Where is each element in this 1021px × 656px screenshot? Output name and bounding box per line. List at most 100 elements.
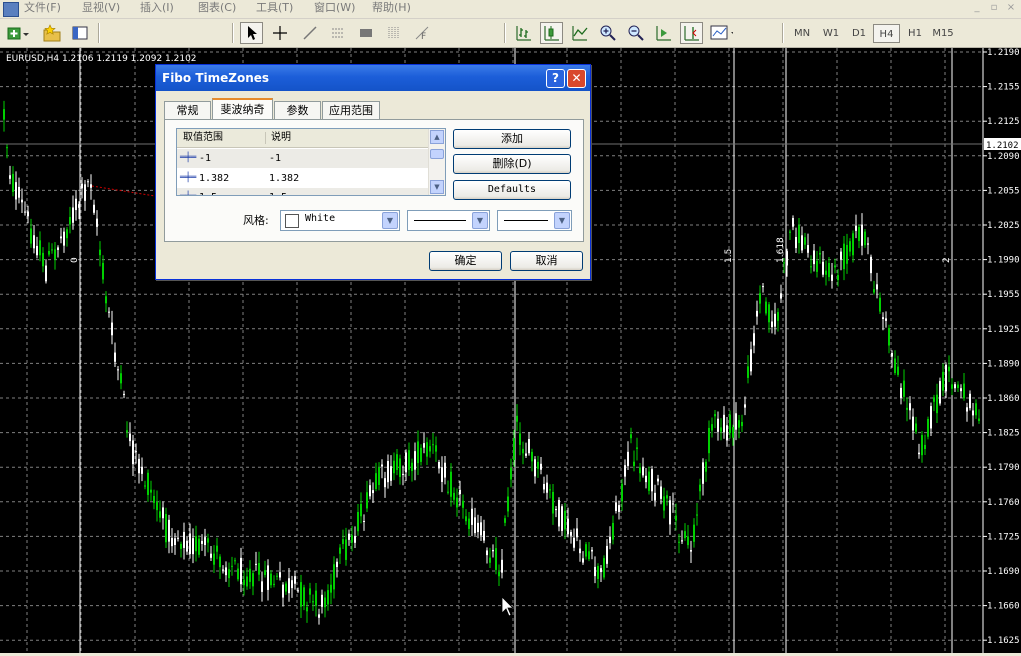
chevron-down-icon[interactable]: ▼ bbox=[382, 212, 398, 229]
candle-body bbox=[687, 536, 689, 546]
candle-body bbox=[777, 312, 779, 321]
bar-chart-button[interactable] bbox=[512, 22, 535, 44]
list-scrollbar[interactable]: ▲ ▼ bbox=[428, 129, 445, 195]
candle-body bbox=[123, 393, 125, 395]
color-select[interactable]: White ▼ bbox=[280, 210, 400, 231]
candle-body bbox=[243, 579, 245, 586]
tab-visualization[interactable]: 应用范围 bbox=[322, 101, 380, 119]
scroll-up-icon[interactable]: ▲ bbox=[430, 130, 444, 144]
candle-body bbox=[900, 387, 902, 399]
timeframe-w1[interactable]: W1 bbox=[817, 24, 845, 43]
candle-body bbox=[480, 522, 482, 536]
menu-help[interactable]: 帮助(H) bbox=[372, 1, 411, 15]
candle-body bbox=[666, 495, 668, 499]
candle-body bbox=[759, 293, 761, 304]
line-width-select[interactable]: ▼ bbox=[497, 210, 572, 231]
candle-body bbox=[588, 551, 590, 560]
candle-body bbox=[297, 590, 299, 592]
rectangle-tool-button[interactable] bbox=[354, 22, 377, 44]
scroll-thumb[interactable] bbox=[430, 149, 444, 159]
levels-list[interactable]: 取值范围 说明 ═╪═ -1 -1 ═╪═ 1.382 1.382 ═╪═ 1.… bbox=[176, 128, 446, 196]
menu-view[interactable]: 显视(V) bbox=[82, 1, 120, 15]
help-icon[interactable]: ? bbox=[546, 69, 565, 88]
candle-body bbox=[213, 553, 215, 565]
profiles-button[interactable] bbox=[40, 22, 63, 44]
timeframe-h1[interactable]: H1 bbox=[901, 24, 929, 43]
scroll-down-icon[interactable]: ▼ bbox=[430, 180, 444, 194]
candle-body bbox=[153, 495, 155, 503]
delete-button[interactable]: 删除(D) bbox=[453, 154, 571, 174]
cancel-button[interactable]: 取消 bbox=[510, 251, 583, 271]
candle-body bbox=[174, 538, 176, 546]
candle-body bbox=[621, 483, 623, 502]
candle-body bbox=[444, 462, 446, 478]
line-style-select[interactable]: ▼ bbox=[407, 210, 490, 231]
candle-body bbox=[87, 181, 89, 183]
tab-general[interactable]: 常规 bbox=[164, 101, 211, 119]
cursor-tool-button[interactable] bbox=[240, 22, 263, 44]
candle-body bbox=[339, 547, 341, 554]
close-window-icon[interactable]: × bbox=[1004, 2, 1018, 14]
channel-tool-button[interactable] bbox=[382, 22, 405, 44]
candle-body bbox=[195, 536, 197, 552]
hline-tool-button[interactable] bbox=[326, 22, 349, 44]
chart-shift-button[interactable] bbox=[680, 22, 703, 44]
timeframe-h4[interactable]: H4 bbox=[873, 24, 900, 43]
candle-body bbox=[798, 225, 800, 244]
candle-body bbox=[21, 199, 23, 203]
timeframe-m15[interactable]: M15 bbox=[929, 24, 957, 43]
price-label: 1.1955 bbox=[987, 290, 1020, 300]
candle-body bbox=[378, 467, 380, 485]
trendline-tool-button[interactable] bbox=[298, 22, 321, 44]
candle-body bbox=[795, 236, 797, 249]
timeframe-mn[interactable]: MN bbox=[788, 24, 816, 43]
candle-body bbox=[141, 466, 143, 474]
candle-body bbox=[735, 413, 737, 430]
candle-body bbox=[738, 420, 740, 428]
new-chart-button[interactable] bbox=[6, 22, 29, 44]
ok-button[interactable]: 确定 bbox=[429, 251, 502, 271]
list-item[interactable]: ═╪═ 1.382 1.382 bbox=[177, 169, 429, 188]
tab-fibonacci[interactable]: 斐波纳奇 bbox=[212, 98, 273, 120]
list-item[interactable]: ═╪═ 1.5 1.5 bbox=[177, 188, 429, 195]
add-button[interactable]: 添加 bbox=[453, 129, 571, 149]
timeframe-d1[interactable]: D1 bbox=[845, 24, 873, 43]
candle-body bbox=[39, 240, 41, 256]
candle-body bbox=[834, 265, 836, 268]
autoscroll-button[interactable] bbox=[652, 22, 675, 44]
candle-body bbox=[840, 251, 842, 260]
fibo-tool-button[interactable]: F bbox=[410, 22, 433, 44]
menu-file[interactable]: 文件(F) bbox=[24, 1, 61, 15]
zoom-out-button[interactable] bbox=[624, 22, 647, 44]
candle-body bbox=[558, 500, 560, 527]
navigator-button[interactable] bbox=[68, 22, 91, 44]
tab-parameters[interactable]: 参数 bbox=[274, 101, 321, 119]
candle-body bbox=[813, 250, 815, 265]
app-icon[interactable] bbox=[3, 2, 19, 17]
line-chart-button[interactable] bbox=[568, 22, 591, 44]
indicators-button[interactable] bbox=[710, 22, 733, 44]
candle-body bbox=[30, 228, 32, 244]
menu-window[interactable]: 窗口(W) bbox=[314, 1, 355, 15]
trendline[interactable] bbox=[91, 185, 156, 197]
menu-charts[interactable]: 图表(C) bbox=[198, 1, 236, 15]
defaults-button[interactable]: Defaults bbox=[453, 180, 571, 200]
menu-insert[interactable]: 插入(I) bbox=[140, 1, 174, 15]
candle-chart-button[interactable] bbox=[540, 22, 563, 44]
candle-body bbox=[663, 496, 665, 511]
candle-body bbox=[207, 538, 209, 543]
candle-body bbox=[441, 467, 443, 482]
restore-icon[interactable]: ▫ bbox=[987, 2, 1001, 14]
zoom-in-button[interactable] bbox=[596, 22, 619, 44]
candle-body bbox=[684, 531, 686, 539]
candle-body bbox=[804, 237, 806, 245]
price-label: 1.2125 bbox=[987, 117, 1020, 127]
minimize-icon[interactable]: _ bbox=[970, 2, 984, 14]
chevron-down-icon[interactable]: ▼ bbox=[472, 212, 488, 229]
menu-tools[interactable]: 工具(T) bbox=[256, 1, 293, 15]
crosshair-tool-button[interactable] bbox=[268, 22, 291, 44]
chevron-down-icon[interactable]: ▼ bbox=[554, 212, 570, 229]
close-icon[interactable]: ✕ bbox=[567, 69, 586, 88]
candle-body bbox=[369, 485, 371, 497]
list-item[interactable]: ═╪═ -1 -1 bbox=[177, 149, 429, 168]
